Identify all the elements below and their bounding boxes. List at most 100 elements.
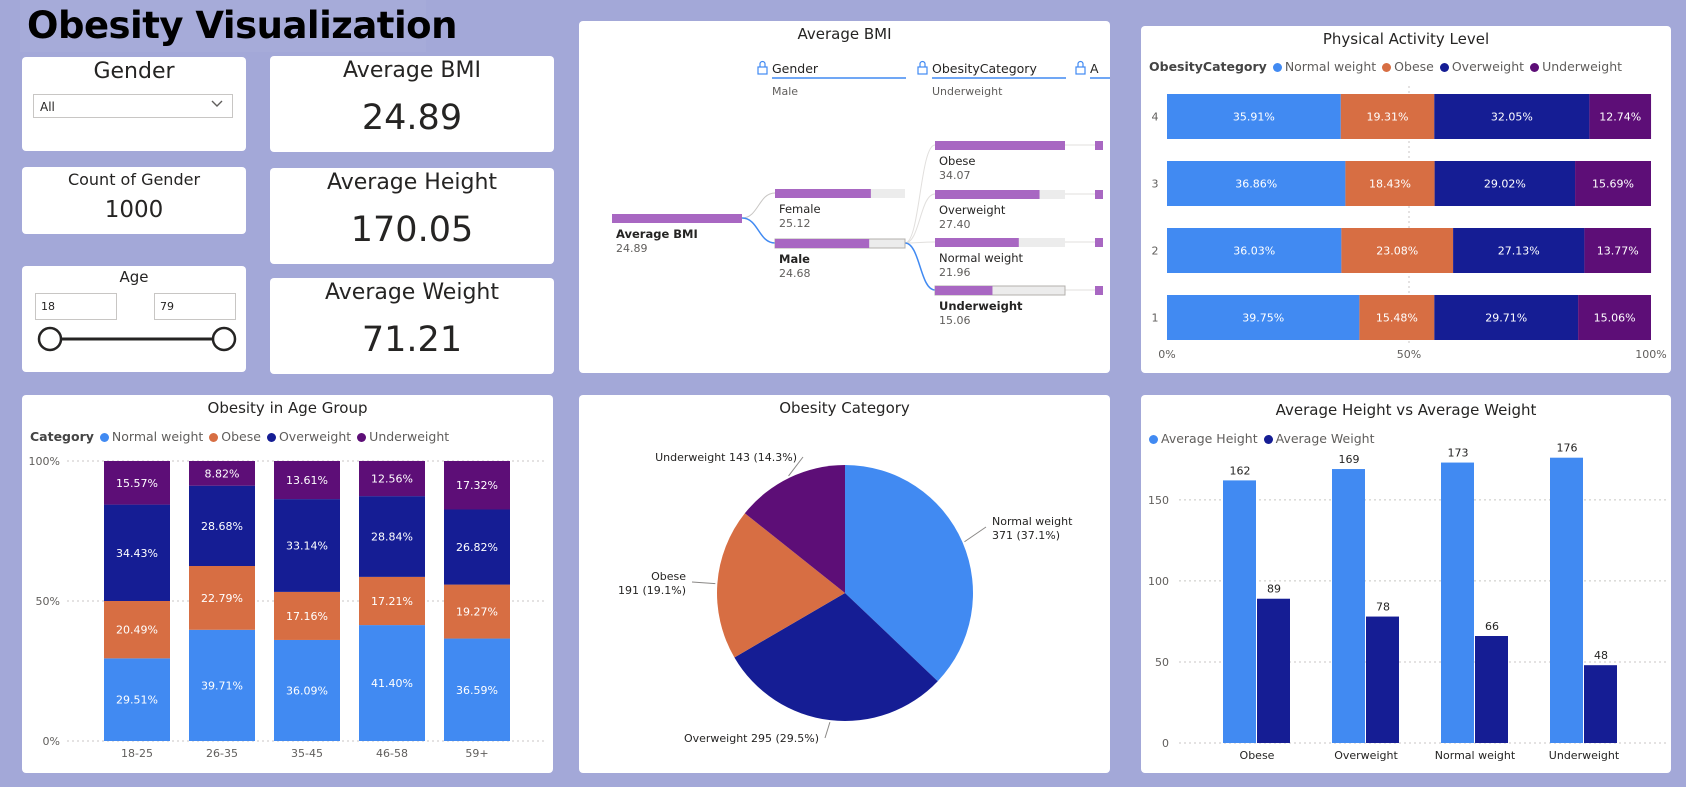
decomp-bar-next-level (1095, 141, 1103, 150)
level-header: ObesityCategory (932, 61, 1037, 76)
x-tick-label: Obese (1240, 749, 1275, 762)
data-label: 33.14% (286, 540, 328, 553)
age-min-input[interactable]: 18 (35, 293, 117, 320)
data-label: 27.13% (1498, 245, 1540, 258)
decomp-bar-female (775, 189, 871, 198)
bar-average-height (1223, 480, 1256, 743)
y-tick-label: 0% (43, 735, 60, 748)
decomp-node-value: 15.06 (939, 314, 971, 327)
avg-bmi-value: 24.89 (361, 98, 463, 138)
data-label: 20.49% (116, 624, 158, 637)
decomp-bar-underweight (935, 286, 993, 295)
decomp-node-value: 24.89 (616, 242, 648, 255)
lock-icon[interactable] (757, 60, 768, 75)
data-label: 28.68% (201, 520, 243, 533)
data-label: 29.71% (1485, 312, 1527, 325)
level-selected: Underweight (932, 85, 1003, 98)
data-label: 28.84% (371, 531, 413, 544)
gender-slicer: Gender All (22, 57, 246, 151)
y-tick-label: 100 (1148, 575, 1169, 588)
height-weight-chart: 150 100 50 0 162 89 Obese 169 78 Overweight 173 66 N… (1148, 442, 1666, 762)
y-tick-label: 50% (36, 595, 60, 608)
data-label: 22.79% (201, 592, 243, 605)
lock-icon[interactable] (917, 60, 928, 75)
obesity-category-card: Obesity Category Normal weight 371 (37.1%… (579, 395, 1110, 773)
x-tick-label: 0% (1158, 348, 1175, 361)
bar-average-weight (1475, 636, 1508, 743)
data-label: 169 (1339, 453, 1360, 466)
avg-height-value: 170.05 (350, 210, 474, 250)
data-label: 35.91% (1233, 111, 1275, 124)
y-tick-label: 50 (1155, 656, 1169, 669)
data-label: 39.71% (201, 679, 243, 692)
leader-line (691, 581, 716, 585)
age-slicer-label: Age (119, 268, 149, 286)
age-max-input[interactable]: 79 (154, 293, 236, 320)
decomp-node-label: Normal weight (939, 251, 1024, 265)
x-tick-label: 46-58 (376, 747, 408, 760)
data-label: 23.08% (1376, 245, 1418, 258)
age-group-chart: 100% 50% 0% 29.51% 20.49% 34.43% 15.57% 18-25 39… (29, 455, 547, 760)
decomp-bar-overweight (935, 190, 1040, 199)
avg-height-card: Average Height 170.05 (270, 168, 554, 264)
avg-weight-value: 71.21 (361, 320, 463, 360)
x-tick-label: 26-35 (206, 747, 238, 760)
data-label: 12.74% (1599, 111, 1641, 124)
bar-average-weight (1366, 616, 1399, 743)
chevron-down-icon[interactable] (210, 97, 224, 114)
x-tick-label: 100% (1635, 348, 1666, 361)
level-header: Gender (772, 61, 819, 76)
leader-line (824, 721, 831, 739)
decomp-bar-next-level (1095, 190, 1103, 199)
avg-weight-label: Average Weight (325, 280, 499, 305)
decomp-node-label: Underweight (939, 299, 1023, 313)
data-label: 191 (19.1%) (618, 584, 686, 597)
decomp-node-label: Obese (939, 154, 976, 168)
data-label: 173 (1448, 447, 1469, 460)
y-tick-label: 2 (1152, 245, 1159, 258)
age-group-card: Obesity in Age Group Category Normal weig… (22, 395, 553, 773)
level-selected: Male (772, 85, 798, 98)
decomp-bar-normal-weight (935, 238, 1019, 247)
decomp-node-label: Male (779, 252, 810, 266)
age-max-handle[interactable] (211, 326, 237, 352)
lock-icon[interactable] (1075, 60, 1086, 75)
data-label: 15.06% (1594, 312, 1636, 325)
gender-dropdown-value: All (40, 100, 55, 114)
y-tick-label: 0 (1162, 737, 1169, 750)
data-label: 48 (1594, 649, 1608, 662)
decomp-node-label: Average BMI (616, 227, 698, 241)
avg-height-label: Average Height (326, 170, 498, 195)
data-label: 34.43% (116, 547, 158, 560)
decomp-node-value: 24.68 (779, 267, 811, 280)
bar-average-height (1550, 457, 1583, 743)
data-label: 66 (1485, 620, 1499, 633)
data-label: 32.05% (1491, 111, 1533, 124)
data-label: 36.09% (286, 684, 328, 697)
data-label: 41.40% (371, 677, 413, 690)
connector (741, 192, 776, 219)
data-label: 36.86% (1235, 178, 1277, 191)
obesity-category-chart: Normal weight371 (37.1%) Overweight 295 (… (618, 451, 1073, 745)
page-title: Obesity Visualization (27, 4, 457, 47)
data-label: 19.31% (1367, 111, 1409, 124)
data-label: Obese (651, 570, 686, 583)
x-tick-label: 35-45 (291, 747, 323, 760)
gender-dropdown[interactable]: All (33, 94, 233, 118)
age-min-handle[interactable] (37, 326, 63, 352)
data-label: 36.59% (456, 684, 498, 697)
x-tick-label: Normal weight (1435, 749, 1516, 762)
decomposition-tree[interactable]: Gender Male ObesityCategory Underweight A Ave… (579, 21, 1110, 373)
data-label: Underweight 143 (14.3%) (655, 451, 797, 464)
data-label: 19.27% (456, 606, 498, 619)
data-label: 15.69% (1592, 178, 1634, 191)
x-tick-label: 18-25 (121, 747, 153, 760)
data-label: 89 (1267, 583, 1281, 596)
data-label: 78 (1376, 601, 1390, 614)
count-gender-value: 1000 (104, 197, 164, 223)
data-label: 17.32% (456, 479, 498, 492)
data-label: 12.56% (371, 473, 413, 486)
data-label: 17.21% (371, 595, 413, 608)
y-tick-label: 150 (1148, 494, 1169, 507)
physical-activity-chart: 4 35.91% 19.31% 32.05% 12.74% 3 36.86% 18.43% 29… (1152, 86, 1667, 361)
